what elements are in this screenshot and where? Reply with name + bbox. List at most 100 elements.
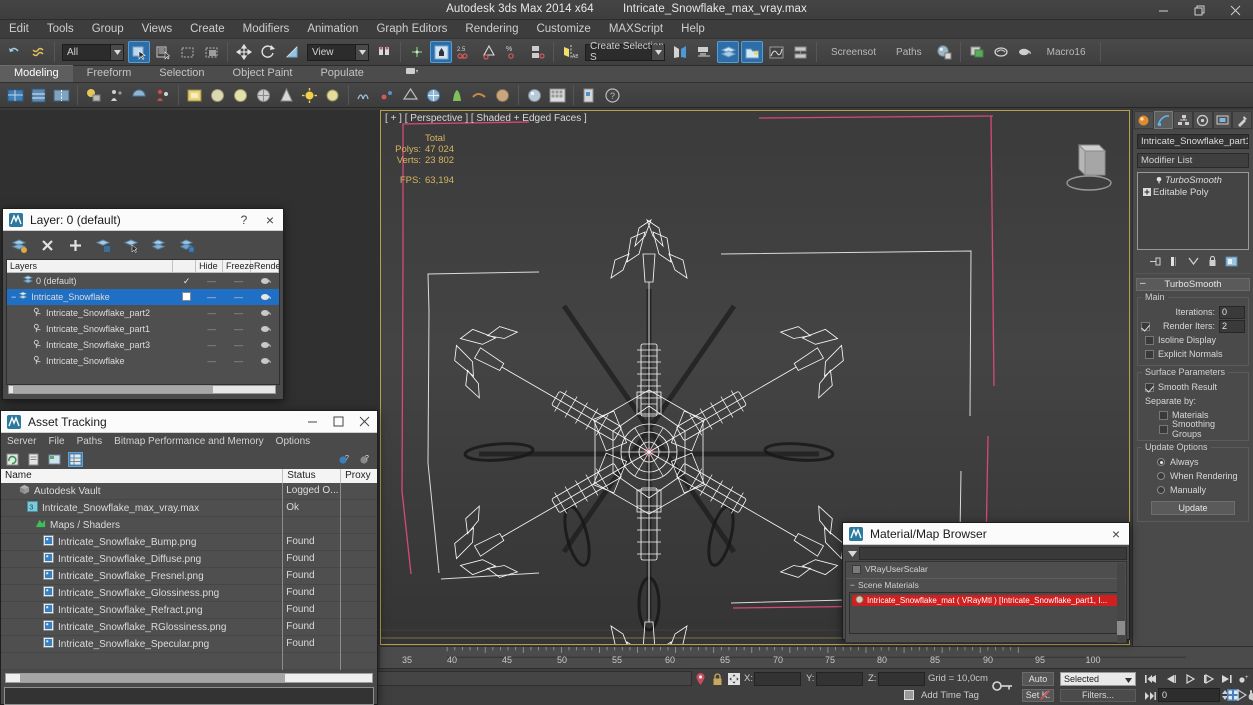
update-always-row[interactable]: Always: [1141, 455, 1245, 469]
selection-filter-combo[interactable]: All: [62, 43, 124, 61]
key-mode-toggle-icon[interactable]: [992, 677, 1014, 695]
asset-menu-paths[interactable]: Paths: [71, 436, 109, 447]
table-row[interactable]: Intricate_Snowflake_Diffuse.png Found: [1, 550, 377, 568]
layer-freeze-cell[interactable]: —: [225, 292, 252, 302]
column-proxy[interactable]: Proxy: [341, 469, 377, 483]
material-editor-icon[interactable]: [933, 41, 955, 63]
spinner-snap-toggle-icon[interactable]: %: [502, 41, 524, 63]
macro-label[interactable]: Macro16: [1037, 47, 1096, 58]
list-item[interactable]: VRayUserScalar: [846, 562, 1126, 576]
add-time-tag-label[interactable]: Add Time Tag: [921, 690, 979, 701]
table-row[interactable]: Intricate_Snowflake_part2 — —: [7, 305, 279, 321]
populate-idle-icon[interactable]: [152, 85, 173, 106]
omni-light-icon[interactable]: [299, 85, 320, 106]
use-pivot-point-center-icon[interactable]: [373, 41, 395, 63]
close-icon[interactable]: ×: [257, 209, 283, 231]
help-icon[interactable]: ?: [602, 85, 623, 106]
go-to-end-icon[interactable]: [1219, 672, 1235, 686]
modifier-stack[interactable]: TurboSmooth Editable Poly: [1137, 172, 1249, 250]
select-and-scale-icon[interactable]: [281, 41, 303, 63]
isoline-display-checkbox[interactable]: [1145, 335, 1154, 345]
table-row[interactable]: Intricate_Snowflake_Glossiness.png Found: [1, 584, 377, 602]
chevron-down-icon[interactable]: [845, 547, 859, 560]
render-production-icon[interactable]: [1014, 41, 1036, 63]
make-unique-icon[interactable]: [1186, 254, 1201, 269]
edit-named-selection-sets-icon[interactable]: [526, 41, 548, 63]
key-mode-icon[interactable]: +: [1237, 672, 1253, 686]
add-selection-to-layer-icon[interactable]: [67, 237, 84, 254]
menu-item-customize[interactable]: Customize: [527, 20, 599, 38]
smooth-result-checkbox[interactable]: [1145, 382, 1154, 392]
motion-tab[interactable]: [1193, 111, 1213, 129]
table-row[interactable]: Intricate_Snowflake_part1 — —: [7, 321, 279, 337]
x-coord-field[interactable]: [754, 672, 801, 686]
menu-item-create[interactable]: Create: [181, 20, 234, 38]
material-browser-scrollbar[interactable]: [1117, 563, 1125, 643]
expand-minus-icon[interactable]: −: [11, 292, 16, 302]
restore-icon[interactable]: [1181, 0, 1217, 20]
screenshot-label[interactable]: Screensot: [821, 47, 886, 58]
render-setup-icon[interactable]: [966, 41, 988, 63]
material-search-input[interactable]: [859, 546, 1127, 560]
space-warp-icon[interactable]: [400, 85, 421, 106]
layer-render-cell[interactable]: [252, 292, 279, 303]
table-row[interactable]: Intricate_Snowflake_Bump.png Found: [1, 533, 377, 551]
layer-render-cell[interactable]: [252, 276, 279, 287]
select-by-name-icon[interactable]: [152, 41, 174, 63]
percent-snap-toggle-icon[interactable]: [478, 41, 500, 63]
pan-hand-icon[interactable]: [1246, 689, 1253, 701]
column-freeze[interactable]: Freeze: [223, 260, 254, 273]
layer-hide-cell[interactable]: —: [198, 340, 225, 350]
table-row[interactable]: Intricate_Snowflake — —: [7, 353, 279, 369]
remove-modifier-icon[interactable]: [1205, 254, 1220, 269]
foliage-icon[interactable]: [446, 85, 467, 106]
pin-stack-marker-icon[interactable]: [693, 672, 707, 686]
collapse-icon[interactable]: –: [1140, 278, 1146, 290]
lock-selection-icon[interactable]: [710, 672, 724, 686]
hair-and-fur-icon[interactable]: [354, 85, 375, 106]
time-configuration-icon[interactable]: [1143, 689, 1159, 703]
box-primitive-icon[interactable]: [184, 85, 205, 106]
symmetry-tools-icon[interactable]: [51, 85, 72, 106]
layer-properties-icon[interactable]: [179, 237, 196, 254]
z-coord-field[interactable]: [878, 672, 925, 686]
iterations-spinner[interactable]: 0: [1219, 305, 1245, 319]
current-frame-field[interactable]: 0: [1158, 688, 1220, 702]
table-row[interactable]: Intricate_Snowflake_Refract.png Found: [1, 601, 377, 619]
layer-render-cell[interactable]: [252, 340, 279, 351]
chevron-down-icon[interactable]: [651, 44, 664, 60]
table-row[interactable]: 3 Intricate_Snowflake_max_vray.max Ok: [1, 499, 377, 517]
smoothing-groups-checkbox[interactable]: [1159, 424, 1168, 434]
update-when-rendering-row[interactable]: When Rendering: [1141, 469, 1245, 483]
hide-unhide-layer-icon[interactable]: [151, 237, 168, 254]
layer-render-cell[interactable]: [252, 356, 279, 367]
minimize-icon[interactable]: [1145, 0, 1181, 20]
go-to-start-icon[interactable]: [1143, 672, 1159, 686]
column-name[interactable]: Name: [1, 469, 284, 483]
layer-freeze-cell[interactable]: —: [225, 308, 252, 318]
asset-menu-server[interactable]: Server: [1, 436, 42, 447]
asset-tracking-dialog[interactable]: Asset Tracking Server File Paths Bitmap …: [0, 410, 378, 705]
layer-render-cell[interactable]: [252, 308, 279, 319]
layer-hide-cell[interactable]: —: [198, 276, 225, 286]
column-status[interactable]: Status: [283, 469, 342, 483]
schematic-view-icon[interactable]: [789, 41, 811, 63]
layer-freeze-cell[interactable]: —: [225, 340, 252, 350]
ribbon-tab-selection[interactable]: Selection: [145, 66, 218, 82]
list-item-selected[interactable]: Intricate_Snowflake_mat ( VRayMtl ) [Int…: [852, 595, 1120, 606]
play-animation-icon[interactable]: [1183, 672, 1199, 686]
layer-list[interactable]: Layers Hide Freeze Rende 0 (default) ✓ —…: [6, 259, 280, 385]
material-library-icon[interactable]: [547, 85, 568, 106]
select-layer-objects-icon[interactable]: [95, 237, 112, 254]
layer-hide-cell[interactable]: —: [198, 356, 225, 366]
auto-key-button[interactable]: Auto: [1022, 672, 1054, 686]
object-paint-brush-icon[interactable]: [83, 85, 104, 106]
column-layers[interactable]: Layers: [7, 260, 174, 273]
previous-frame-icon[interactable]: [1163, 672, 1179, 686]
timeline-ruler[interactable]: 35 40 45 50 55 60 65 70 75 80 85 90 95 1…: [380, 646, 1253, 668]
modifier-stack-item-turbosmooth[interactable]: TurboSmooth: [1139, 174, 1247, 186]
table-row[interactable]: Maps / Shaders: [1, 516, 377, 534]
smooth-result-row[interactable]: Smooth Result: [1141, 380, 1245, 394]
table-row[interactable]: Intricate_Snowflake_RGlossiness.png Foun…: [1, 618, 377, 636]
create-new-layer-icon[interactable]: [11, 237, 28, 254]
